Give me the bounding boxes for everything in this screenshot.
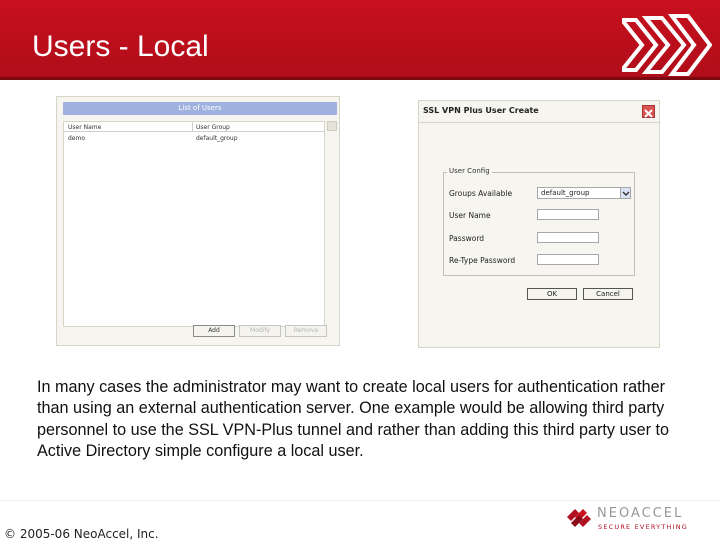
add-button[interactable]: Add (193, 325, 235, 337)
user-name-field[interactable] (537, 209, 599, 220)
slide-title: Users - Local (32, 30, 209, 63)
groups-available-label: Groups Available (449, 189, 513, 198)
modify-button[interactable]: Modify (239, 325, 281, 337)
cancel-button[interactable]: Cancel (583, 288, 633, 300)
logo-wordmark: NEOACCEL (597, 506, 684, 521)
retype-password-field[interactable] (537, 254, 599, 265)
slide-header: Users - Local (0, 0, 720, 80)
dropdown-arrow-icon[interactable] (620, 188, 630, 198)
groups-select-value: default_group (541, 189, 590, 197)
column-header-user-name[interactable]: User Name (68, 124, 101, 131)
cell-user-name: demo (68, 135, 86, 142)
scrollbar[interactable] (327, 121, 337, 131)
ok-button[interactable]: OK (527, 288, 577, 300)
user-create-dialog: SSL VPN Plus User Create User Config Gro… (418, 100, 660, 348)
title-divider (419, 122, 659, 123)
table-header: User Name User Group (64, 122, 324, 132)
group-legend: User Config (447, 167, 492, 175)
dialog-title: SSL VPN Plus User Create (423, 106, 539, 115)
cell-user-group: default_group (196, 135, 238, 142)
close-icon[interactable] (642, 105, 655, 118)
copyright-text: © 2005-06 NeoAccel, Inc. (4, 527, 159, 540)
logo-tagline: SECURE EVERYTHING (598, 523, 689, 531)
body-paragraph: In many cases the administrator may want… (37, 378, 669, 460)
password-field[interactable] (537, 232, 599, 243)
password-label: Password (449, 234, 485, 243)
table-row[interactable]: demo default_group (64, 133, 324, 143)
neoaccel-logo: NEOACCEL SECURE EVERYTHING (565, 504, 715, 532)
retype-password-label: Re-Type Password (449, 256, 516, 265)
user-name-label: User Name (449, 211, 491, 220)
logo-mark-icon (567, 509, 591, 527)
column-header-user-group[interactable]: User Group (196, 124, 230, 131)
remove-button[interactable]: Remove (285, 325, 327, 337)
groups-select[interactable]: default_group (537, 187, 631, 199)
column-divider (192, 122, 193, 132)
chevron-right-icon (622, 14, 712, 76)
users-list-title: List of Users (63, 102, 337, 115)
users-table: User Name User Group demo default_group (63, 121, 325, 327)
footer-divider (0, 500, 720, 501)
users-list-screenshot: List of Users User Name User Group demo … (56, 96, 340, 346)
